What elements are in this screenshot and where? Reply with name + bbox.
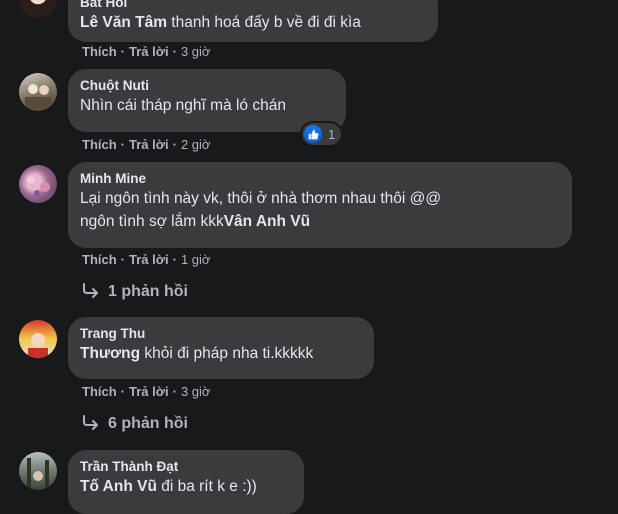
comment-body: thanh hoá đấy b về đi đi kìa bbox=[167, 14, 361, 31]
separator: · bbox=[120, 44, 126, 59]
comment-body: ngôn tình sợ lắm kkk bbox=[80, 213, 224, 230]
comment-author[interactable]: Trang Thu bbox=[80, 325, 362, 342]
reaction-badge[interactable]: 1 bbox=[302, 123, 342, 145]
reply-button[interactable]: Trả lời bbox=[129, 44, 169, 59]
comment-text: Tố Anh Vũ đi ba rít k e :)) bbox=[80, 475, 292, 498]
comment-bubble: Chuột Nuti Nhìn cái tháp nghĩ mà ló chán bbox=[68, 69, 346, 132]
avatar-image bbox=[27, 458, 49, 488]
separator: · bbox=[172, 44, 177, 59]
comment-author[interactable]: Bất Hối bbox=[80, 0, 426, 11]
comment-text: Lê Văn Tâm thanh hoá đấy b về đi đi kìa bbox=[80, 11, 426, 34]
reply-arrow-icon bbox=[83, 415, 98, 430]
comment-actions: Thích · Trả lời · 3 giờ bbox=[82, 44, 210, 60]
avatar-image bbox=[28, 333, 48, 358]
comment-text: Nhìn cái tháp nghĩ mà ló chán bbox=[80, 97, 286, 114]
comment-bubble: Trang Thu Thương khỏi đi pháp nha ti.kkk… bbox=[68, 317, 374, 379]
avatar[interactable] bbox=[19, 0, 57, 18]
mention-link[interactable]: Tố Anh Vũ bbox=[80, 478, 157, 495]
avatar[interactable] bbox=[19, 165, 57, 203]
timestamp[interactable]: 3 giờ bbox=[181, 44, 211, 59]
reaction-count: 1 bbox=[328, 126, 336, 142]
comment-bubble: Bất Hối Lê Văn Tâm thanh hoá đấy b về đi… bbox=[68, 0, 438, 42]
reply-button[interactable]: Trả lời bbox=[129, 252, 169, 267]
comment-body: khỏi đi pháp nha ti.kkkkk bbox=[140, 345, 314, 362]
avatar[interactable] bbox=[19, 452, 57, 490]
separator: · bbox=[120, 137, 126, 152]
like-button[interactable]: Thích bbox=[82, 137, 117, 152]
comment-text-line-2: ngôn tình sợ lắm kkkVân Anh Vũ bbox=[80, 210, 560, 233]
avatar[interactable] bbox=[19, 320, 57, 358]
view-replies-button[interactable]: 6 phản hồi bbox=[82, 414, 188, 434]
separator: · bbox=[172, 252, 177, 267]
replies-count: 1 phản hồi bbox=[108, 283, 188, 300]
avatar-image bbox=[27, 176, 50, 196]
comment-text: Thương khỏi đi pháp nha ti.kkkkk bbox=[80, 342, 362, 365]
avatar-image bbox=[25, 84, 51, 109]
separator: · bbox=[120, 252, 126, 267]
comment-text-line-1: Lại ngôn tình này vk, thôi ở nhà thơm nh… bbox=[80, 190, 442, 207]
reply-button[interactable]: Trả lời bbox=[129, 137, 169, 152]
mention-link[interactable]: Thương bbox=[80, 345, 140, 362]
comment-author[interactable]: Minh Mine bbox=[80, 170, 560, 187]
comment-actions: Thích · Trả lời · 2 giờ bbox=[82, 137, 210, 153]
comment-bubble: Trần Thành Đạt Tố Anh Vũ đi ba rít k e :… bbox=[68, 450, 304, 514]
comment-actions: Thích · Trả lời · 3 giờ bbox=[82, 384, 210, 400]
separator: · bbox=[172, 384, 177, 399]
timestamp[interactable]: 2 giờ bbox=[181, 137, 211, 152]
timestamp[interactable]: 1 giờ bbox=[181, 252, 211, 267]
comment-actions: Thích · Trả lời · 1 giờ bbox=[82, 252, 210, 268]
comment-body: đi ba rít k e :)) bbox=[156, 478, 257, 495]
comment-author[interactable]: Chuột Nuti bbox=[80, 77, 334, 94]
mention-link[interactable]: Lê Văn Tâm bbox=[80, 14, 167, 31]
view-replies-button[interactable]: 1 phản hồi bbox=[82, 282, 188, 302]
separator: · bbox=[172, 137, 177, 152]
timestamp[interactable]: 3 giờ bbox=[181, 384, 211, 399]
separator: · bbox=[120, 384, 126, 399]
like-button[interactable]: Thích bbox=[82, 44, 117, 59]
comment-bubble: Minh Mine Lại ngôn tình này vk, thôi ở n… bbox=[68, 162, 572, 248]
reply-button[interactable]: Trả lời bbox=[129, 384, 169, 399]
reply-arrow-icon bbox=[83, 283, 98, 298]
like-icon bbox=[304, 125, 322, 143]
like-button[interactable]: Thích bbox=[82, 384, 117, 399]
comment-author[interactable]: Trần Thành Đạt bbox=[80, 458, 292, 475]
avatar[interactable] bbox=[19, 73, 57, 111]
mention-link[interactable]: Vân Anh Vũ bbox=[224, 213, 310, 230]
replies-count: 6 phản hồi bbox=[108, 415, 188, 432]
like-button[interactable]: Thích bbox=[82, 252, 117, 267]
